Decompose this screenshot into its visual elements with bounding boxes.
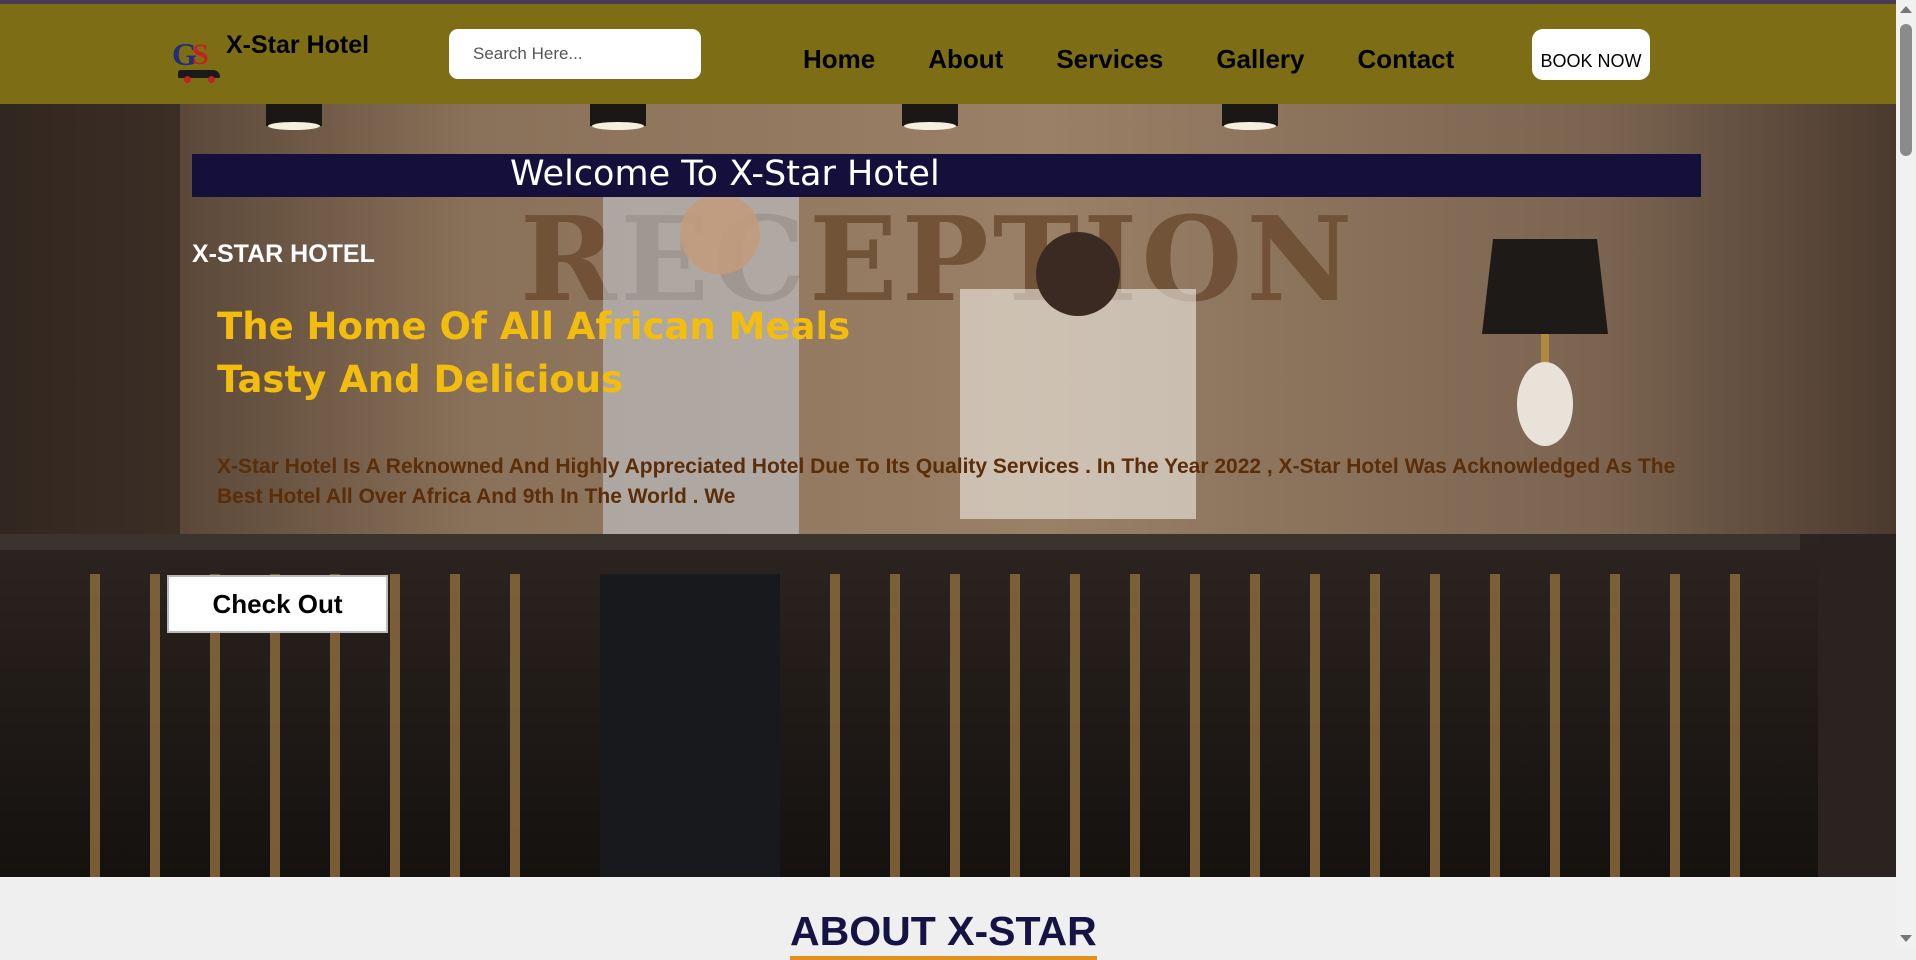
- about-section-title: ABOUT X-STAR: [790, 906, 1097, 960]
- nav-home-link[interactable]: Home: [803, 44, 875, 75]
- nav-gallery-link[interactable]: Gallery: [1216, 44, 1304, 75]
- hero-kicker: X-STAR HOTEL: [192, 240, 375, 268]
- hero-section: RECEPTION Welcome To X-Star Hotel X-STAR…: [0, 104, 1896, 877]
- welcome-text: Welcome To X-Star Hotel: [510, 154, 940, 194]
- brand[interactable]: GS X-Star Hotel: [172, 24, 369, 86]
- nav-services-link[interactable]: Services: [1056, 44, 1163, 75]
- nav-about-link[interactable]: About: [928, 44, 1003, 75]
- scroll-down-arrow-icon[interactable]: [1900, 935, 1912, 942]
- brand-name: X-Star Hotel: [226, 31, 370, 59]
- page-scrollbar[interactable]: [1896, 0, 1916, 948]
- site-header: GS X-Star Hotel Home About Services Gall…: [0, 4, 1896, 104]
- book-now-button[interactable]: BOOK NOW: [1532, 29, 1650, 80]
- nav-contact-link[interactable]: Contact: [1358, 44, 1455, 75]
- welcome-banner: Welcome To X-Star Hotel: [192, 154, 1701, 197]
- hero-headline: The Home Of All African Meals Tasty And …: [217, 305, 851, 401]
- scrollbar-thumb[interactable]: [1900, 24, 1912, 156]
- hero-intro-text: X-Star Hotel Is A Reknowned And Highly A…: [217, 455, 1676, 508]
- main-nav: Home About Services Gallery Contact: [803, 44, 1454, 75]
- scroll-up-arrow-icon[interactable]: [1900, 6, 1912, 13]
- search-input[interactable]: [449, 29, 701, 79]
- hotel-logo-icon: GS: [172, 34, 224, 86]
- check-out-button[interactable]: Check Out: [167, 575, 388, 633]
